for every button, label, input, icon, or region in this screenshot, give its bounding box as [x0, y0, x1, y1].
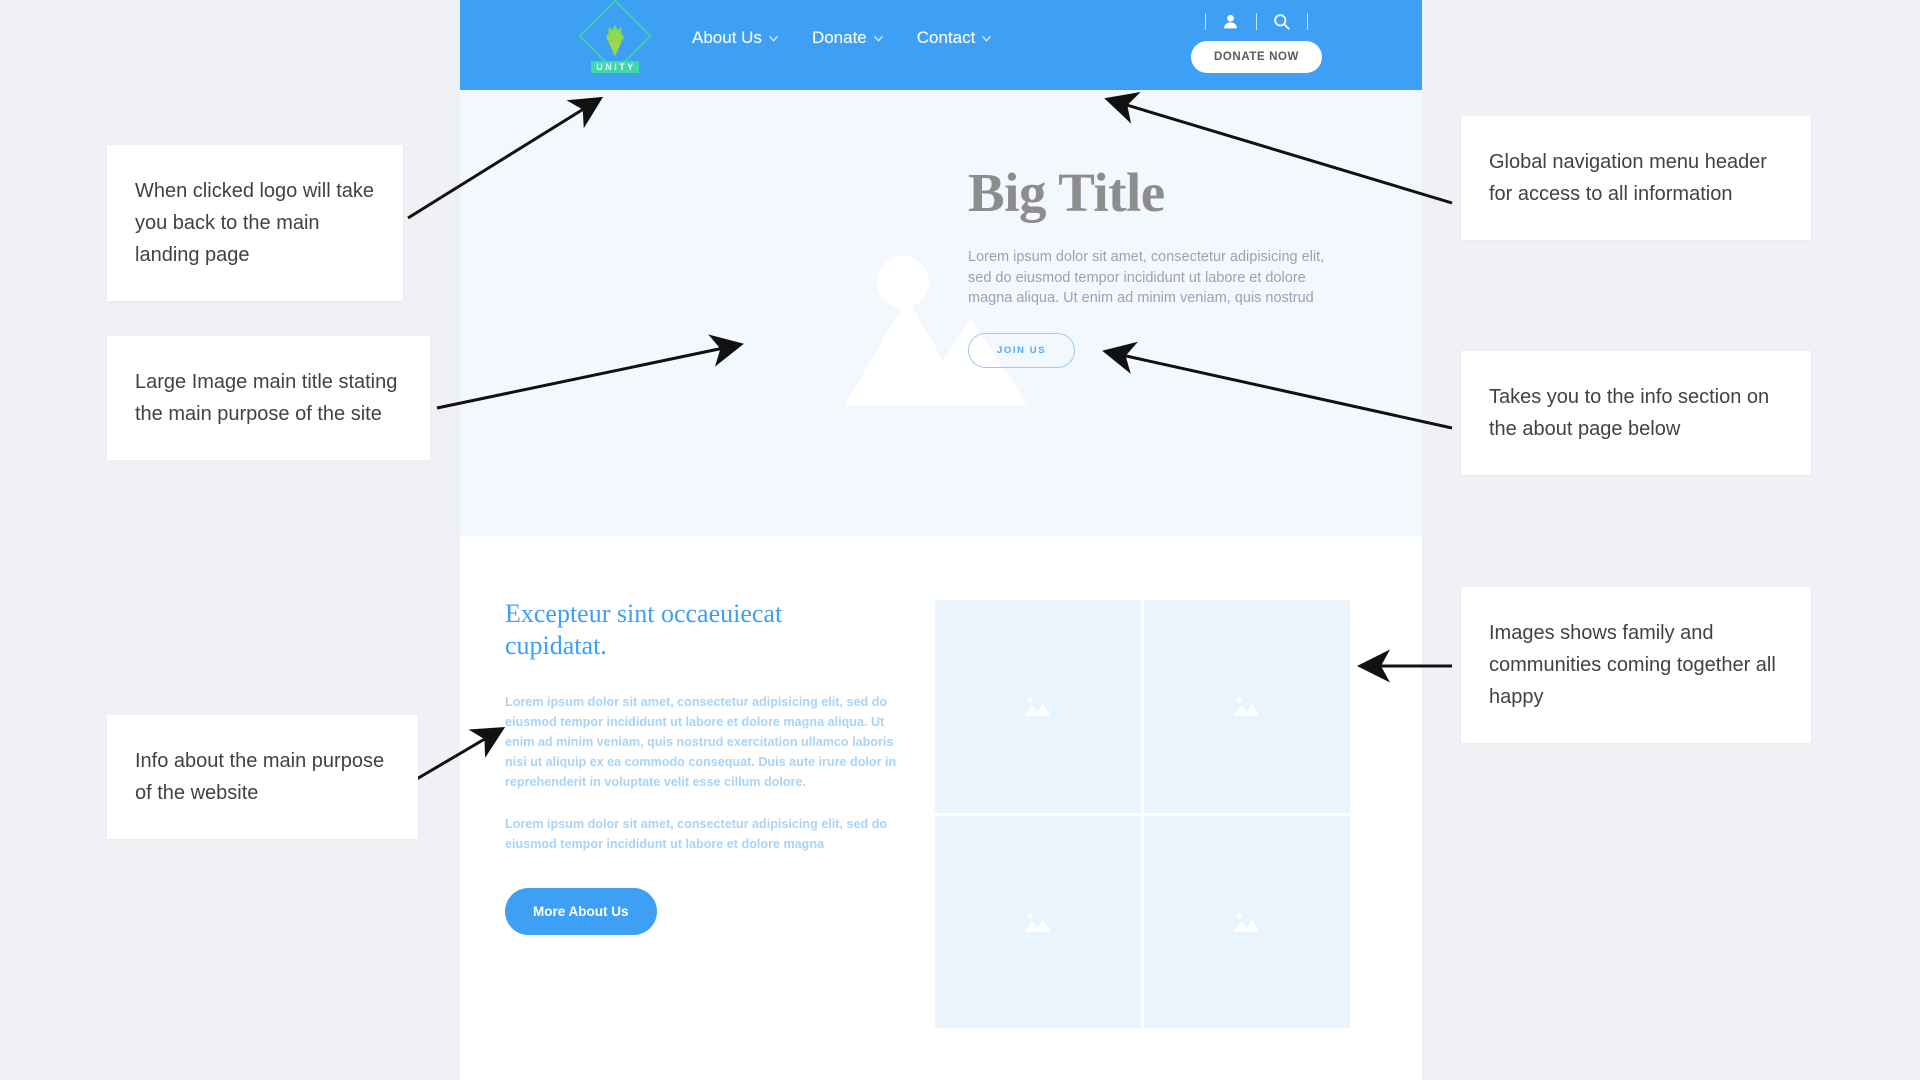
image-placeholder-icon	[1232, 913, 1260, 932]
hero-section: Big Title Lorem ipsum dolor sit amet, co…	[460, 90, 1422, 536]
about-paragraph-1: Lorem ipsum dolor sit amet, consectetur …	[505, 695, 897, 789]
chevron-down-icon	[769, 35, 778, 42]
nav-utility-area: DONATE NOW	[1190, 8, 1322, 73]
annotation-nav-note: Global navigation menu header for access…	[1461, 116, 1811, 240]
annotation-join-note: Takes you to the info section on the abo…	[1461, 351, 1811, 475]
nav-links: About Us Donate Contact	[692, 28, 992, 48]
nav-item-donate-label: Donate	[811, 28, 867, 47]
hero-title: Big Title	[968, 162, 1165, 223]
annotation-hero-title-note: Large Image main title stating the main …	[107, 336, 430, 460]
gallery-image-2[interactable]	[1144, 600, 1350, 813]
about-section: Excepteur sint occaeuiecat cupidatat. Lo…	[460, 536, 1422, 1080]
more-about-us-button[interactable]: More About Us	[505, 888, 657, 935]
about-text-column: Excepteur sint occaeuiecat cupidatat. Lo…	[505, 598, 905, 1080]
chevron-down-icon	[982, 35, 992, 42]
image-placeholder-icon	[1232, 698, 1260, 717]
nav-item-contact[interactable]: Contact	[917, 28, 993, 48]
gallery-image-1[interactable]	[935, 600, 1141, 813]
logo-flame-icon	[606, 24, 624, 56]
about-paragraph-2: Lorem ipsum dolor sit amet, consectetur …	[505, 817, 888, 851]
nav-item-about-us[interactable]: About Us	[692, 28, 779, 48]
search-icon[interactable]	[1271, 10, 1293, 32]
image-placeholder-icon	[1023, 698, 1051, 717]
gallery-image-3[interactable]	[935, 815, 1141, 1028]
global-navigation-bar: UNITY About Us Donate Contact DONATE NOW	[460, 0, 1422, 90]
screenshot-root: UNITY About Us Donate Contact DONATE NOW…	[0, 0, 1920, 1080]
unity-logo[interactable]: UNITY	[575, 0, 655, 86]
join-us-button[interactable]: JOIN US	[968, 332, 1076, 368]
nav-item-contact-label: Contact	[916, 28, 976, 47]
nav-item-donate[interactable]: Donate	[812, 28, 884, 48]
hero-subtitle: Lorem ipsum dolor sit amet, consectetur …	[968, 249, 1325, 306]
annotation-gallery-note: Images shows family and communities comi…	[1461, 587, 1811, 743]
about-heading: Excepteur sint occaeuiecat cupidatat.	[505, 599, 783, 660]
user-icon[interactable]	[1220, 10, 1242, 32]
divider	[1204, 12, 1206, 30]
image-placeholder-icon	[1023, 913, 1051, 932]
logo-wordmark: UNITY	[591, 60, 639, 73]
divider	[1306, 12, 1308, 30]
annotation-about-info-note: Info about the main purpose of the websi…	[107, 715, 418, 839]
hero-copy: Big Title Lorem ipsum dolor sit amet, co…	[968, 165, 1388, 368]
divider	[1255, 12, 1257, 30]
donate-now-button[interactable]: DONATE NOW	[1190, 41, 1322, 73]
nav-icon-row	[1191, 8, 1322, 34]
chevron-down-icon	[873, 35, 883, 42]
gallery-image-4[interactable]	[1144, 815, 1350, 1028]
nav-item-about-us-label: About Us	[692, 28, 762, 47]
annotation-logo-note: When clicked logo will take you back to …	[107, 145, 403, 301]
about-image-gallery	[935, 600, 1350, 1028]
website-mockup: UNITY About Us Donate Contact DONATE NOW…	[460, 0, 1422, 1080]
